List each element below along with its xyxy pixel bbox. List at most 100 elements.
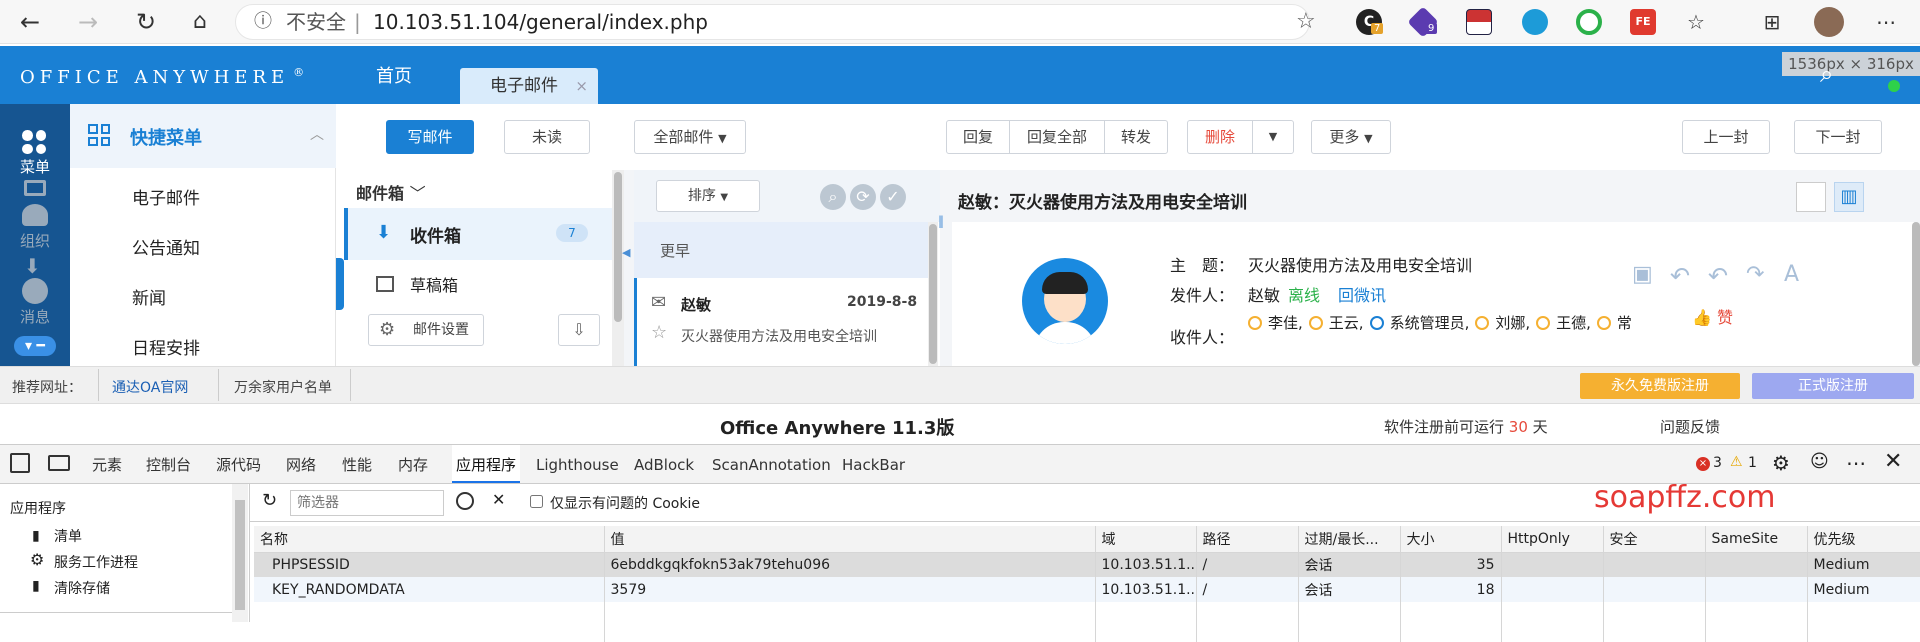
link-official-site[interactable]: 通达OA官网 [112,377,188,397]
link-user-list[interactable]: 万余家用户名单 [234,377,332,397]
layout-vertical-icon[interactable]: ▥ [1834,182,1864,212]
monitor-icon[interactable] [24,180,46,196]
delete-selected-icon[interactable]: ✕ [492,490,505,509]
unread-button[interactable]: 未读 [504,120,590,154]
menu-collapse-handle[interactable] [336,258,344,310]
warning-icon[interactable]: ⚠ [1730,454,1743,470]
inspect-element-icon[interactable] [10,453,30,473]
recipient[interactable]: 王云, [1329,312,1364,333]
settings-gear-icon[interactable]: ⚙ [1772,451,1790,475]
menu-item-calendar[interactable]: 日程安排 [132,334,200,359]
tab-adblock[interactable]: AdBlock [634,445,694,485]
favorites-icon[interactable]: ☆ [1680,6,1712,38]
reply-all-icon[interactable]: ↶ [1708,262,1728,290]
forward-button[interactable]: 转发 [1104,120,1168,154]
collapse-toggle[interactable]: ▾ ━ [14,336,56,356]
flag-icon[interactable] [1466,9,1492,35]
message-icon[interactable] [22,278,48,304]
scrollbar[interactable] [928,222,938,366]
table-row[interactable]: KEY_RANDOMDATA 3579 10.103.51.1... / 会话 … [254,577,1920,602]
device-toolbar-icon[interactable] [48,455,70,471]
list-item[interactable]: ✉ 赵敏 2019-8-8 ☆ 灭火器使用方法及用电安全培训 [634,278,928,366]
sort-dropdown[interactable]: 排序 ▼ [656,180,760,212]
column-header[interactable]: SameSite [1705,526,1808,553]
star-icon[interactable]: ☆ [1296,5,1316,39]
tab-elements[interactable]: 元素 [92,445,122,485]
import-icon[interactable]: ⇩ [558,314,600,346]
inbox-item[interactable]: ⬇ 收件箱 7 [344,208,612,260]
refresh-icon[interactable]: ⟳ [850,184,876,210]
prev-mail-button[interactable]: 上一封 [1682,120,1770,154]
refresh-icon[interactable]: ↻ [262,490,277,511]
tab-lighthouse[interactable]: Lighthouse [536,445,619,485]
tab-hackbar[interactable]: HackBar [842,445,905,485]
column-header[interactable]: 值 [604,526,1096,553]
back-arrow-icon[interactable]: ← [14,6,46,38]
refresh-icon[interactable]: ↻ [130,6,162,38]
menu-item-news[interactable]: 新闻 [132,284,166,309]
download-icon[interactable]: ⬇ [24,254,41,278]
recipient[interactable]: 常 [1617,312,1632,333]
tab-scanannotation[interactable]: ScanAnnotation [712,445,831,485]
side-item-service-workers[interactable]: 服务工作进程 [54,552,138,572]
search-icon[interactable]: ⌕ [1820,60,1833,88]
chevron-up-icon[interactable]: ︿ [310,124,324,144]
wechat-link[interactable]: 回微讯 [1338,282,1386,306]
rail-org-label[interactable]: 组织 [20,230,50,251]
tab-application[interactable]: 应用程序 [452,445,521,483]
mailbox-title[interactable]: 邮件箱 ﹀ [356,180,426,204]
recipient[interactable]: 系统管理员, [1390,312,1470,333]
star-icon[interactable]: ☆ [651,322,667,343]
scrollbar[interactable] [232,484,248,622]
filter-input[interactable] [290,490,444,516]
people-icon[interactable] [22,204,48,226]
tab-email[interactable]: 电子邮件 × [460,68,598,104]
column-header[interactable]: 路径 [1196,526,1299,553]
forward-arrow-icon[interactable]: → [72,6,104,38]
delete-dropdown[interactable]: ▼ [1252,120,1294,154]
column-header[interactable]: 过期/最长... [1298,526,1401,553]
layout-horizontal-icon[interactable] [1796,182,1826,212]
tab-sources[interactable]: 源代码 [216,445,261,485]
gear-extension-icon[interactable] [1576,9,1602,35]
recipient[interactable]: 李佳, [1268,312,1303,333]
column-header[interactable]: 名称 [254,526,605,553]
info-icon[interactable]: ⓘ [254,5,272,39]
font-size-icon[interactable]: A [1784,262,1799,287]
tab-network[interactable]: 网络 [286,445,316,485]
menu-item-notice[interactable]: 公告通知 [132,234,200,259]
fe-extension-icon[interactable]: FE [1630,9,1656,35]
tab-console[interactable]: 控制台 [146,445,191,485]
close-icon[interactable]: × [575,68,588,104]
resize-handle[interactable]: ‖ [938,214,944,228]
column-header[interactable]: 域 [1095,526,1197,553]
next-mail-button[interactable]: 下一封 [1794,120,1882,154]
avatar[interactable] [1814,7,1844,37]
clear-all-icon[interactable] [456,492,474,510]
menu-grid-icon[interactable] [22,130,46,154]
reply-button[interactable]: 回复 [946,120,1010,154]
quick-menu-header[interactable]: 快捷菜单 ︿ [70,104,336,168]
tab-memory[interactable]: 内存 [398,445,428,485]
collections-icon[interactable]: ⊞ [1756,6,1788,38]
only-issue-cookie-checkbox[interactable] [530,495,543,508]
column-header[interactable]: 大小 [1400,526,1502,553]
rail-message-label[interactable]: 消息 [20,306,50,327]
compose-button[interactable]: 写邮件 [386,120,474,154]
feedback-link[interactable]: 问题反馈 [1660,416,1720,437]
address-bar[interactable]: ⓘ 不安全 | 10.103.51.104/general/index.php … [235,4,1316,40]
tab-home[interactable]: 首页 [376,62,412,88]
table-row[interactable]: PHPSESSID 6ebddkgqkfokn53ak79tehu096 10.… [254,552,1920,577]
menu-item-email[interactable]: 电子邮件 [132,184,200,209]
pro-register-button[interactable]: 正式版注册 [1752,373,1914,399]
search-icon[interactable]: ⌕ [820,184,846,210]
tab-performance[interactable]: 性能 [342,445,372,485]
recipient[interactable]: 刘娜, [1495,312,1530,333]
column-header[interactable]: 优先级 [1807,526,1920,553]
column-header[interactable]: 安全 [1603,526,1706,553]
side-item-manifest[interactable]: 清单 [54,526,82,546]
free-register-button[interactable]: 永久免费版注册 [1580,373,1740,399]
scrollbar[interactable] [612,170,624,366]
more-icon[interactable]: ⋯ [1846,451,1866,475]
rail-menu-label[interactable]: 菜单 [20,156,50,177]
